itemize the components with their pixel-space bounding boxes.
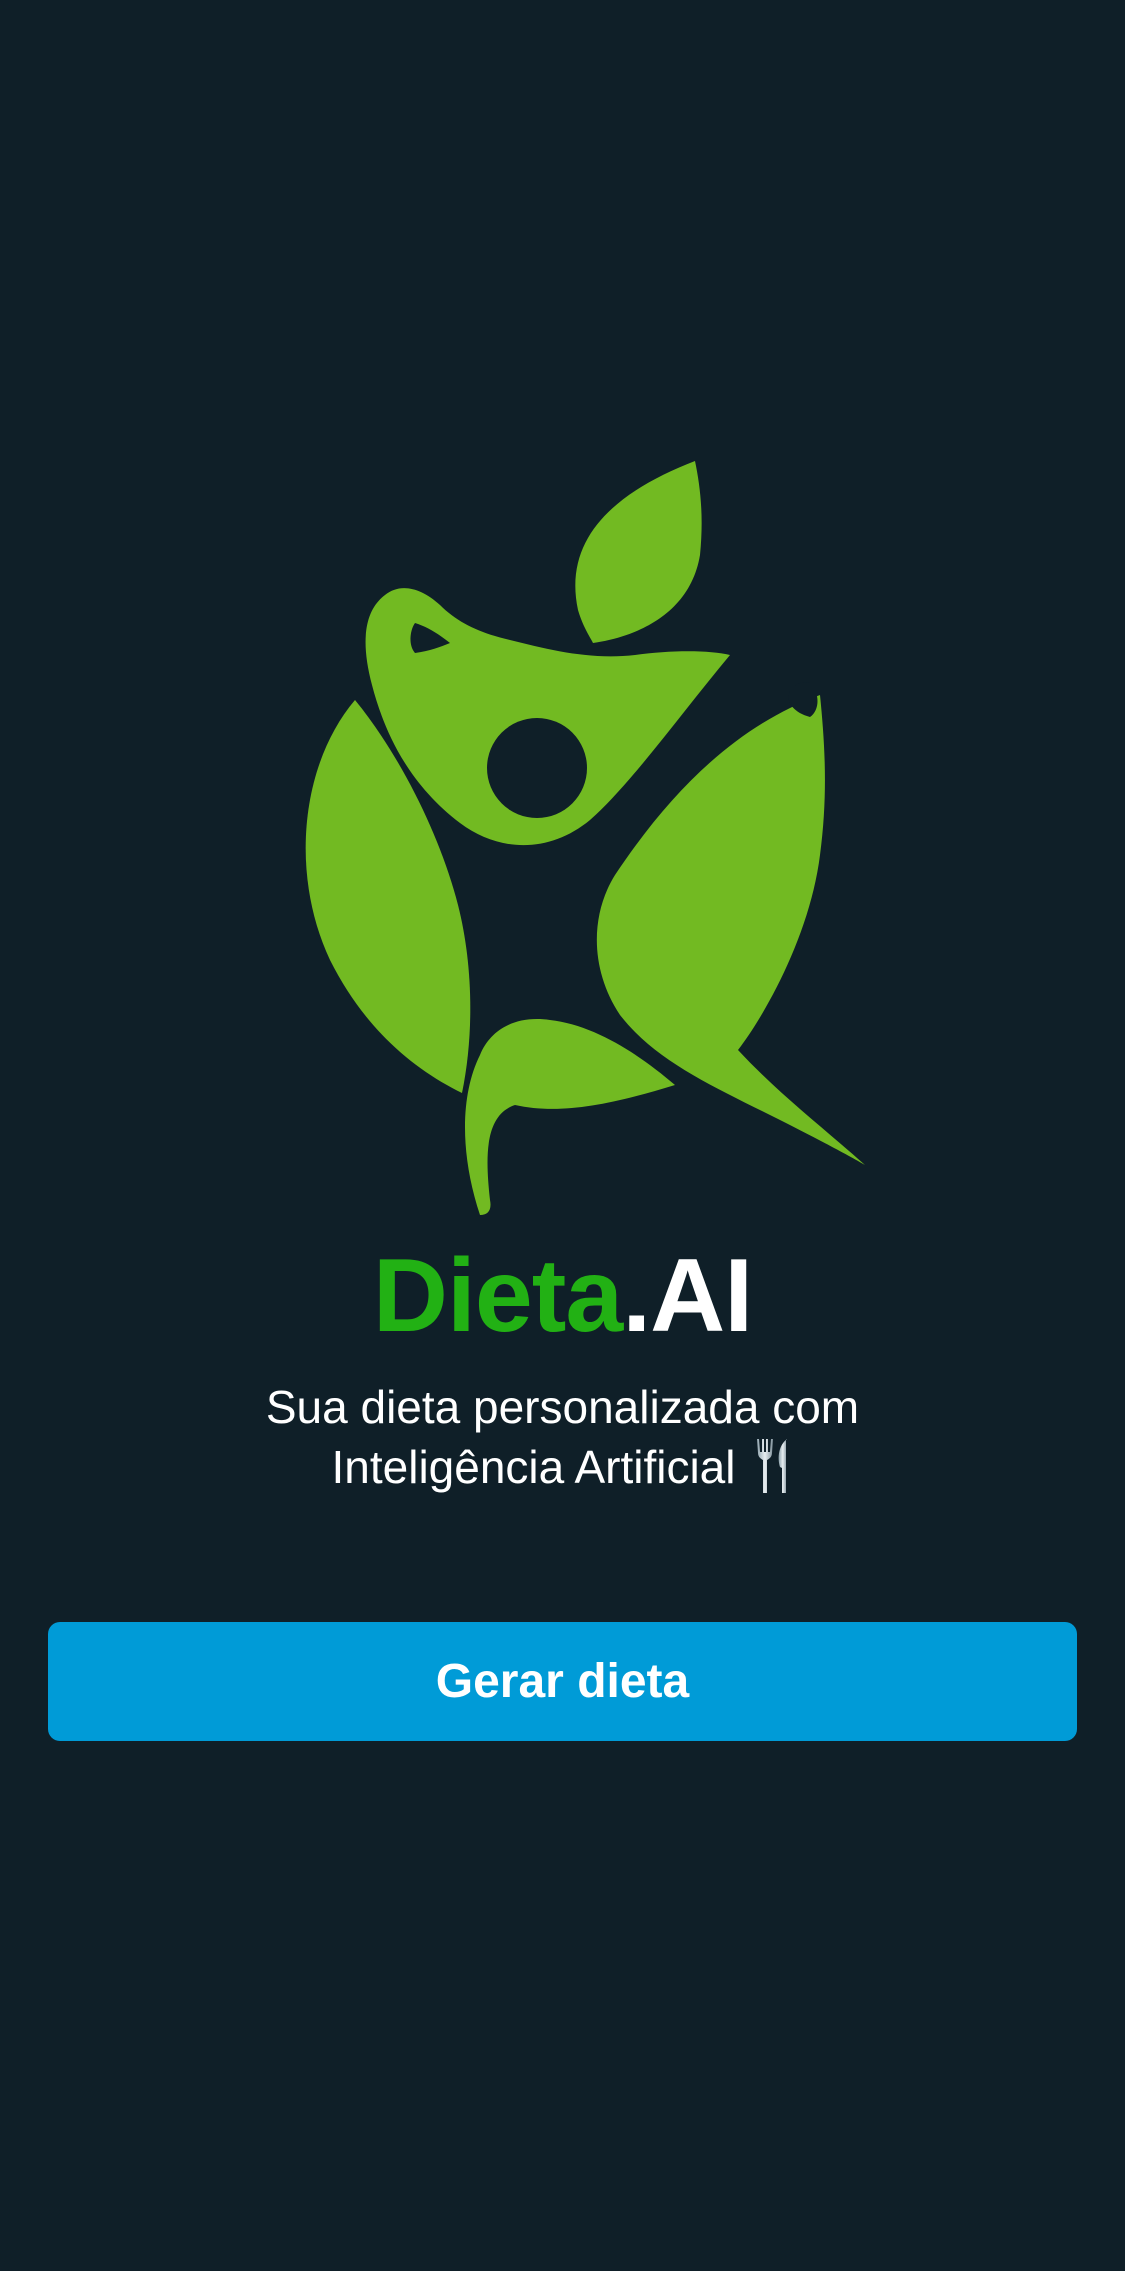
- app-logo: [290, 455, 870, 1215]
- generate-diet-button[interactable]: Gerar dieta: [48, 1622, 1077, 1741]
- welcome-screen: Dieta.AI Sua dieta personalizada com Int…: [0, 0, 1125, 2271]
- apple-person-leaf-icon: [305, 461, 865, 1215]
- brand-title: Dieta.AI: [0, 1236, 1125, 1356]
- tagline-line-2-row: Inteligência Artificial: [0, 1437, 1125, 1497]
- tagline: Sua dieta personalizada com Inteligência…: [0, 1378, 1125, 1497]
- fork-and-knife-icon: [753, 1437, 793, 1495]
- tagline-line-2: Inteligência Artificial: [331, 1441, 736, 1493]
- brand-name-suffix: .AI: [622, 1238, 753, 1354]
- brand-name-primary: Dieta: [372, 1238, 623, 1354]
- tagline-line-1: Sua dieta personalizada com: [265, 1381, 860, 1433]
